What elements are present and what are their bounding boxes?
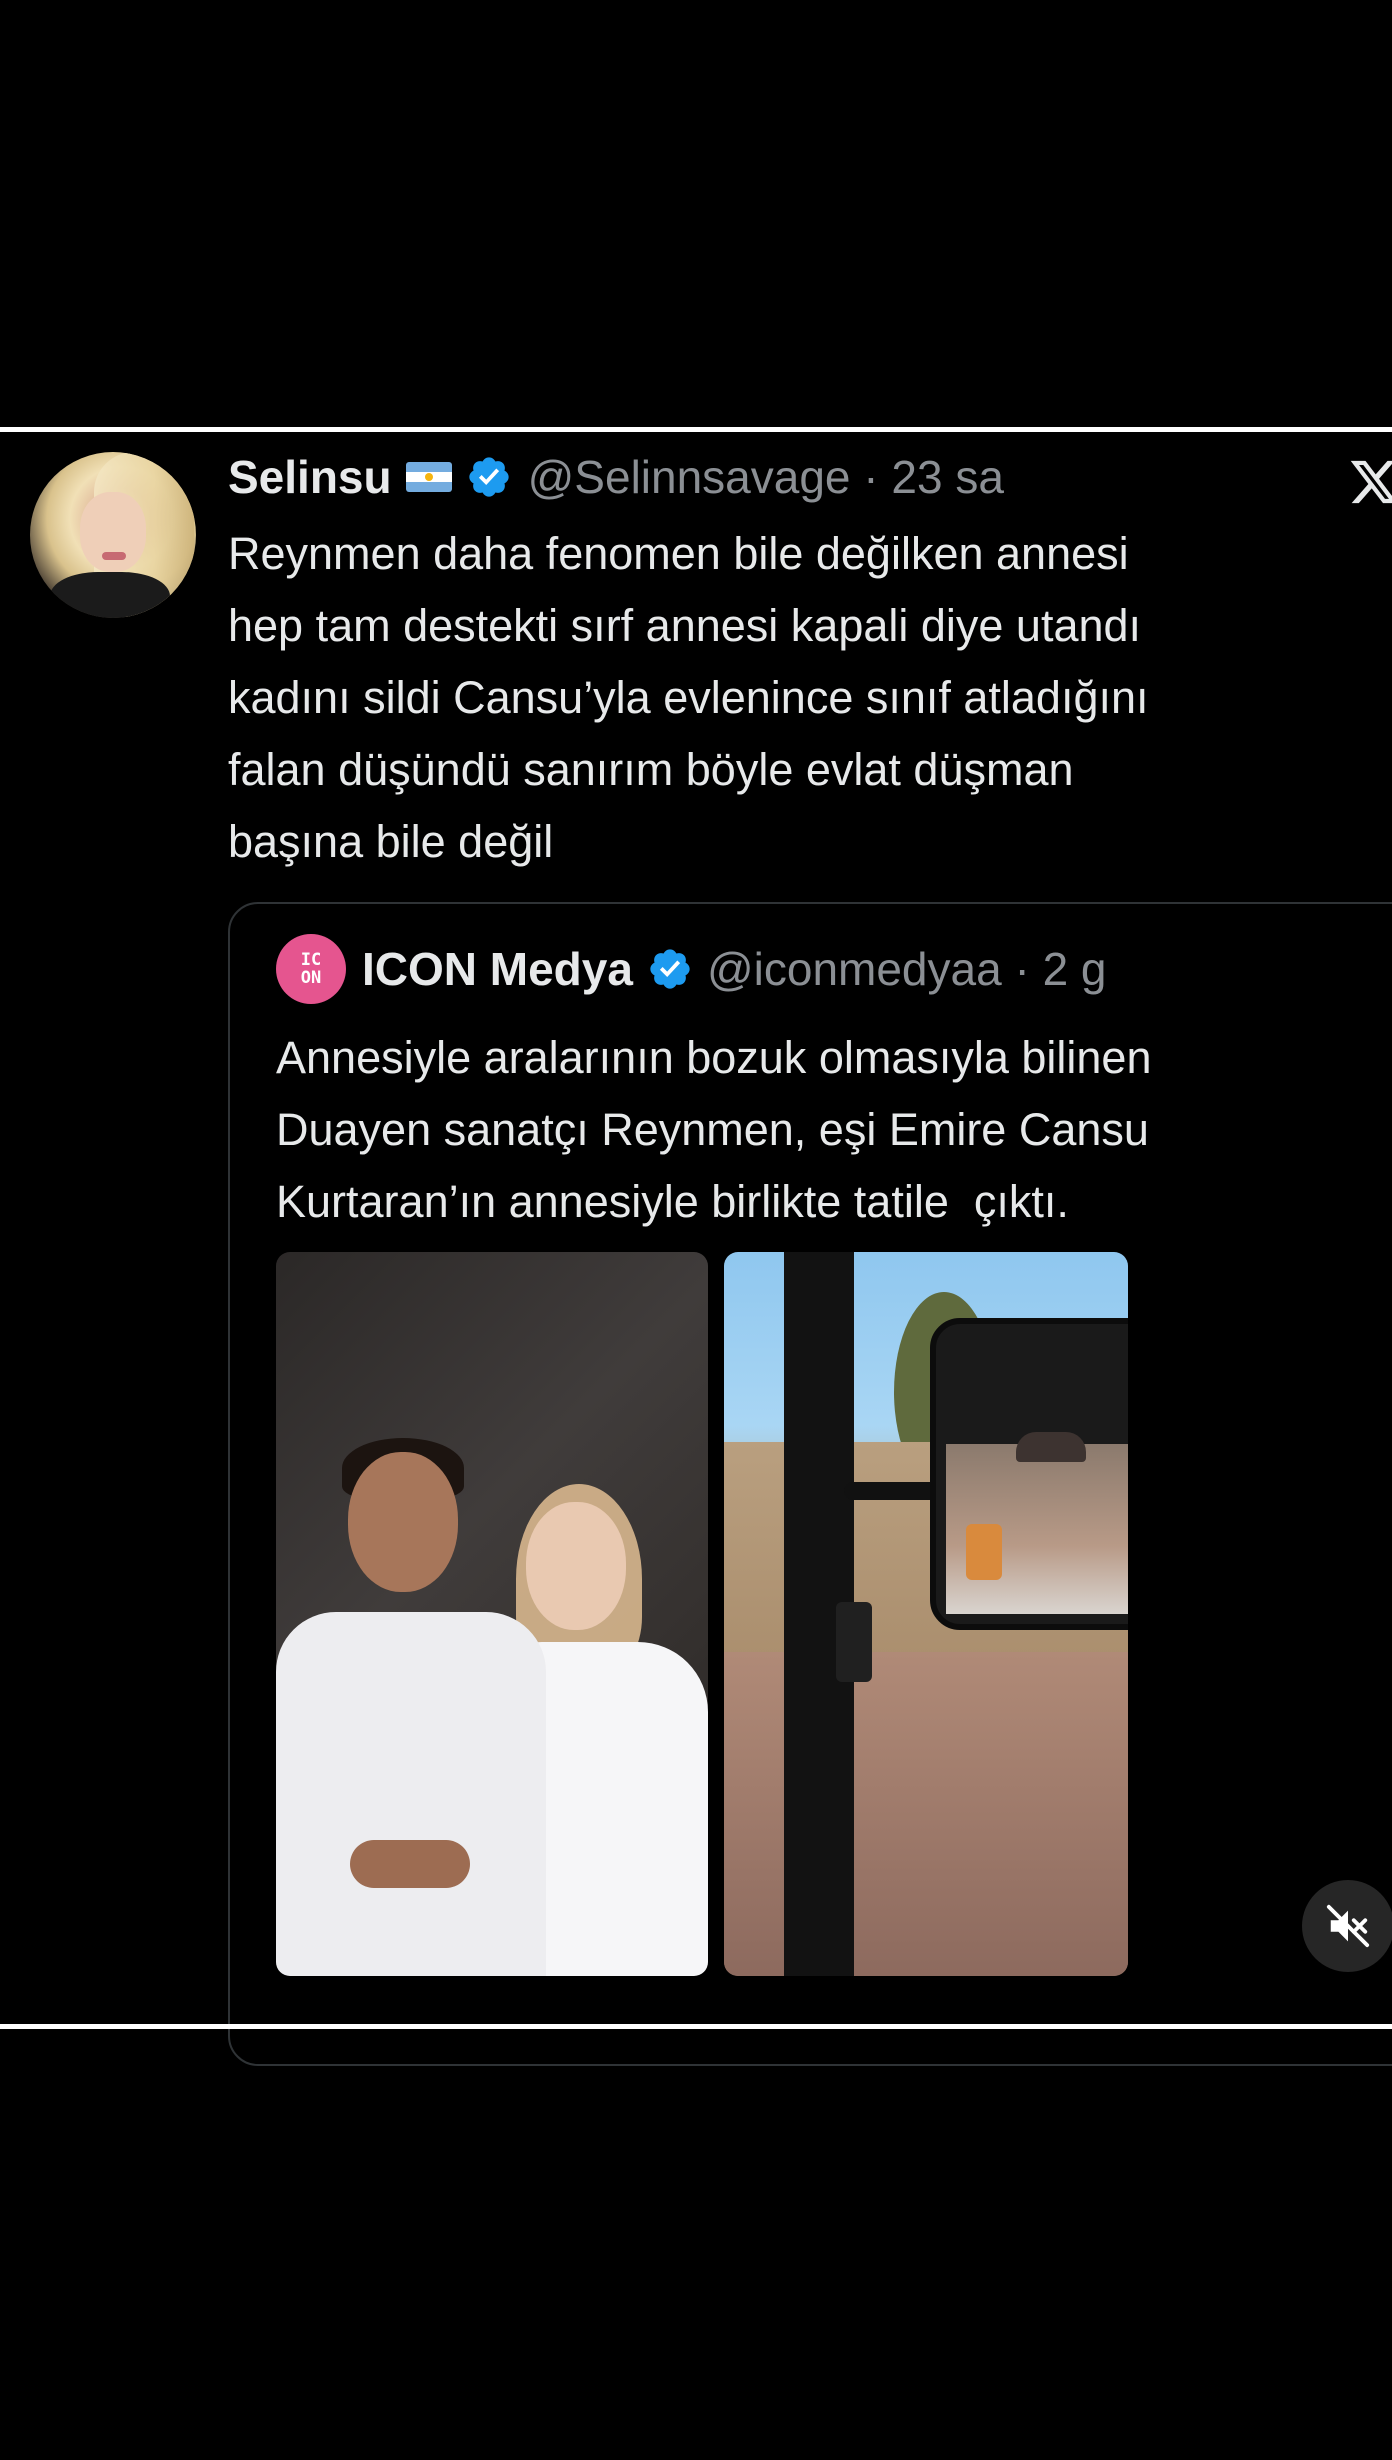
muted-speaker-icon (1326, 1904, 1370, 1948)
avatar-text-bottom: ON (300, 968, 322, 988)
man-robe (276, 1612, 546, 1976)
reflection-cap (1016, 1432, 1086, 1462)
tweet-text: Reynmen daha fenomen bile değilken annes… (228, 528, 1149, 867)
woman-head (526, 1502, 626, 1630)
bottom-divider (0, 2024, 1392, 2029)
quoted-author-name[interactable]: ICON Medya (362, 942, 633, 996)
icon-medya-avatar[interactable]: IC ON (276, 934, 346, 1004)
quoted-tweet-text: Annesiyle aralarının bozuk olmasıyla bil… (276, 1032, 1152, 1227)
tweet-card[interactable]: Selinsu @Selinnsavage · 23 sa Reynmen da… (0, 432, 1392, 2066)
x-logo-icon (1350, 460, 1392, 504)
mute-button[interactable] (1302, 1880, 1392, 1972)
argentina-flag-icon (405, 462, 452, 492)
man-hand (350, 1840, 470, 1888)
quoted-tweet-header: IC ON ICON Medya @iconmedyaa · 2 g (276, 934, 1107, 1004)
author-name[interactable]: Selinsu (228, 450, 392, 504)
verified-badge-icon (650, 949, 690, 989)
mirror-arm (844, 1482, 944, 1500)
avatar-lips (102, 552, 126, 560)
quoted-author-handle-time[interactable]: @iconmedyaa · 2 g (707, 942, 1107, 996)
reflection-phone (966, 1524, 1002, 1580)
verified-badge-icon (468, 457, 509, 497)
tweet-header: Selinsu @Selinnsavage · 23 sa (228, 442, 1004, 512)
author-avatar[interactable] (30, 452, 196, 618)
mirror-clamp (836, 1602, 872, 1682)
avatar-text-top: IC (300, 950, 322, 970)
couple-bathrobes-photo[interactable] (276, 1252, 708, 1976)
author-handle-time[interactable]: @Selinnsavage · 23 sa (528, 450, 1004, 504)
avatar-face (80, 492, 146, 572)
rearview-mirror (930, 1318, 1128, 1630)
golf-cart-mirror-photo[interactable] (724, 1252, 1128, 1976)
man-head (348, 1452, 458, 1592)
avatar-body (50, 572, 170, 618)
